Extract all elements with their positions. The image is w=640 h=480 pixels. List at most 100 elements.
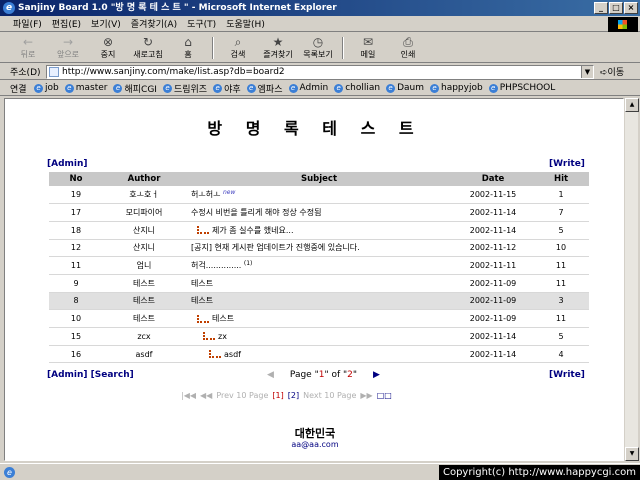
link-happyjob[interactable]: e happyjob bbox=[430, 83, 483, 93]
menu-favorites[interactable]: 즐겨찾기(A) bbox=[126, 17, 182, 30]
ie-page-icon: e bbox=[162, 83, 172, 93]
favorites-button[interactable]: ★ 즐겨찾기 bbox=[258, 35, 298, 60]
prev10-link[interactable]: Prev 10 Page bbox=[216, 391, 268, 400]
subject-link[interactable]: zx bbox=[218, 332, 227, 341]
table-row[interactable]: 15 zcx zx 2002-11-14 5 bbox=[49, 327, 589, 346]
table-row[interactable]: 11 엄니 허걱.............. (1) 2002-11-11 11 bbox=[49, 256, 589, 275]
prev-page-icon[interactable]: ◀ bbox=[267, 370, 274, 380]
link-phpschool[interactable]: e PHPSCHOOL bbox=[488, 83, 555, 93]
contact-email-link[interactable]: aa@aa.com bbox=[5, 440, 623, 449]
new-badge: new bbox=[223, 189, 236, 197]
subject-link[interactable]: 허걱.............. bbox=[191, 261, 241, 270]
next10-link[interactable]: Next 10 Page bbox=[303, 391, 356, 400]
reply-arrow-icon bbox=[209, 350, 221, 359]
close-button[interactable]: × bbox=[624, 2, 638, 14]
cell-subject: [공지] 현재 게시판 업데이트가 진행중에 있습니다. bbox=[185, 239, 453, 258]
menu-view[interactable]: 보기(V) bbox=[86, 17, 126, 30]
ie-page-icon: e bbox=[113, 83, 123, 93]
address-input[interactable]: http://www.sanjiny.com/make/list.asp?db=… bbox=[46, 64, 594, 79]
admin-link[interactable]: [Admin] bbox=[47, 159, 88, 169]
link-job[interactable]: e job bbox=[34, 83, 59, 93]
page-link-2[interactable]: [2] bbox=[288, 391, 299, 400]
print-button[interactable]: ⎙ 인쇄 bbox=[388, 35, 428, 60]
cell-subject: 테스트 bbox=[185, 274, 453, 293]
next-page-icon[interactable]: ▶ bbox=[373, 370, 380, 380]
ie-page-icon: e bbox=[213, 83, 223, 93]
subject-link[interactable]: [공지] 현재 게시판 업데이트가 진행중에 있습니다. bbox=[191, 243, 360, 252]
minimize-button[interactable]: _ bbox=[594, 2, 608, 14]
maximize-button[interactable]: □ bbox=[609, 2, 623, 14]
subject-link[interactable]: 제가 좀 실수를 했네요... bbox=[212, 226, 294, 235]
footer-search-link[interactable]: [Search] bbox=[91, 370, 134, 380]
cell-date: 2002-11-15 bbox=[453, 186, 533, 205]
table-row[interactable]: 17 모디파이어 수정시 비번을 틀리게 해야 정상 수정됨 2002-11-14 7 bbox=[49, 203, 589, 222]
home-button[interactable]: ⌂ 홈 bbox=[168, 35, 208, 60]
cell-no: 12 bbox=[49, 239, 103, 258]
page-viewport: 방 명 록 테 스 트 [Admin] [Write] No Author Su… bbox=[4, 98, 624, 461]
cell-date: 2002-11-09 bbox=[453, 292, 533, 311]
board-table: No Author Subject Date Hit 19 호ㅗ호ㅓ 허ㅗ허ㅗ ne… bbox=[49, 172, 589, 364]
forward-button[interactable]: → 앞으로 bbox=[48, 35, 88, 60]
footer-write-link[interactable]: [Write] bbox=[549, 370, 585, 380]
reply-arrow-icon bbox=[197, 226, 209, 235]
subject-link[interactable]: 허ㅗ허ㅗ bbox=[191, 190, 220, 199]
link-admin[interactable]: e Admin bbox=[288, 83, 328, 93]
table-row[interactable]: 12 산지니 [공지] 현재 게시판 업데이트가 진행중에 있습니다. 2002-11… bbox=[49, 239, 589, 258]
menu-tools[interactable]: 도구(T) bbox=[182, 17, 221, 30]
column-header-date: Date bbox=[453, 172, 533, 186]
link-empas[interactable]: e 엠파스 bbox=[246, 82, 283, 95]
comment-count: (1) bbox=[243, 260, 253, 268]
scroll-up-icon[interactable]: ▲ bbox=[625, 98, 639, 112]
table-row[interactable]: 16 asdf asdf 2002-11-14 4 bbox=[49, 345, 589, 364]
cell-date: 2002-11-14 bbox=[453, 203, 533, 222]
table-row[interactable]: 19 호ㅗ호ㅓ 허ㅗ허ㅗ new 2002-11-15 1 bbox=[49, 186, 589, 205]
table-row[interactable]: 10 테스트 테스트 2002-11-09 11 bbox=[49, 309, 589, 328]
history-button[interactable]: ◷ 목록보기 bbox=[298, 35, 338, 60]
link-happycgi[interactable]: e 해피CGI bbox=[113, 82, 157, 95]
menu-edit[interactable]: 편집(E) bbox=[47, 17, 86, 30]
window-titlebar: e Sanjiny Board 1.0 "방 명 록 테 스 트 " - Mic… bbox=[0, 0, 640, 16]
link-yahoo[interactable]: e 야후 bbox=[213, 82, 241, 95]
address-dropdown-icon[interactable]: ▼ bbox=[581, 65, 593, 78]
menu-file[interactable]: 파일(F) bbox=[8, 17, 47, 30]
scroll-down-icon[interactable]: ▼ bbox=[625, 447, 639, 461]
table-row[interactable]: 9 테스트 테스트 2002-11-09 11 bbox=[49, 274, 589, 293]
link-daum[interactable]: e Daum bbox=[386, 83, 424, 93]
link-master[interactable]: e master bbox=[64, 83, 107, 93]
mail-button[interactable]: ✉ 메일 bbox=[348, 35, 388, 60]
write-link[interactable]: [Write] bbox=[549, 159, 585, 169]
subject-link[interactable]: asdf bbox=[224, 350, 241, 359]
page-link-current[interactable]: [1] bbox=[272, 391, 283, 400]
subject-link[interactable]: 테스트 bbox=[191, 279, 213, 288]
footer-admin-link[interactable]: [Admin] bbox=[47, 370, 88, 380]
table-row[interactable]: 18 산지니 제가 좀 실수를 했네요... 2002-11-14 5 bbox=[49, 221, 589, 240]
link-dreamwiz[interactable]: e 드림위즈 bbox=[162, 82, 207, 95]
cell-date: 2002-11-12 bbox=[453, 239, 533, 258]
vertical-scrollbar[interactable]: ▲ ▼ bbox=[624, 98, 639, 461]
subject-link[interactable]: 테스트 bbox=[191, 296, 213, 305]
last-page-icon[interactable]: □□ bbox=[377, 391, 392, 400]
next10-arrow-icon[interactable]: ▶▶ bbox=[360, 391, 372, 400]
cell-author: 테스트 bbox=[103, 309, 185, 328]
first-page-icon[interactable]: |◀◀ bbox=[181, 391, 196, 400]
subject-link[interactable]: 수정시 비번을 틀리게 해야 정상 수정됨 bbox=[191, 208, 321, 217]
mail-icon: ✉ bbox=[362, 35, 374, 49]
cell-author: 호ㅗ호ㅓ bbox=[103, 186, 185, 205]
stop-button[interactable]: ⊗ 중지 bbox=[88, 35, 128, 60]
subject-link[interactable]: 테스트 bbox=[212, 314, 234, 323]
search-button[interactable]: ⌕ 검색 bbox=[218, 35, 258, 60]
back-button[interactable]: ← 뒤로 bbox=[8, 35, 48, 60]
search-icon: ⌕ bbox=[234, 35, 242, 49]
go-button[interactable]: ➪이동 bbox=[600, 65, 624, 78]
table-row[interactable]: 8 테스트 테스트 2002-11-09 3 bbox=[49, 292, 589, 311]
cell-no: 17 bbox=[49, 203, 103, 222]
menu-help[interactable]: 도움말(H) bbox=[221, 17, 270, 30]
cell-date: 2002-11-14 bbox=[453, 327, 533, 346]
prev10-arrow-icon[interactable]: ◀◀ bbox=[200, 391, 212, 400]
cell-no: 11 bbox=[49, 256, 103, 275]
cell-author: zcx bbox=[103, 327, 185, 346]
refresh-button[interactable]: ↻ 새로고침 bbox=[128, 35, 168, 60]
address-bar: 주소(D) http://www.sanjiny.com/make/list.a… bbox=[0, 64, 640, 80]
link-chollian[interactable]: e chollian bbox=[334, 83, 380, 93]
cell-subject: zx bbox=[185, 327, 453, 346]
